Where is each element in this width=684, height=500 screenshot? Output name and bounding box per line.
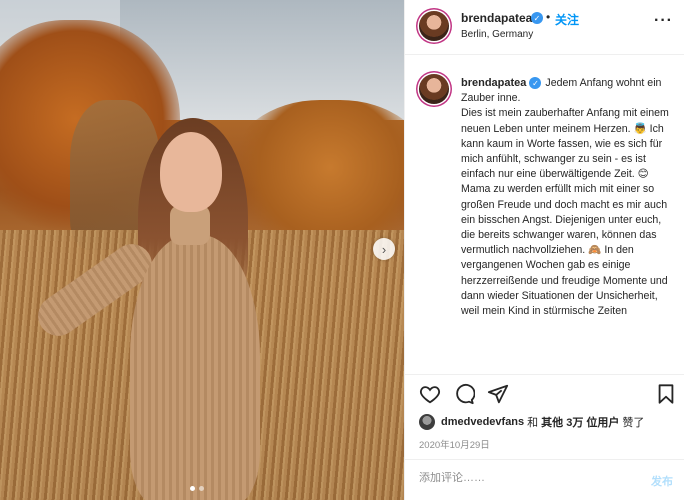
post-header: brendapatea ✓ • 关注 Berlin, Germany ···: [405, 0, 684, 55]
verified-badge-icon: ✓: [531, 12, 543, 24]
caption-body: Jedem Anfang wohnt ein Zauber inne. Dies…: [461, 77, 669, 318]
verified-badge-icon: ✓: [529, 77, 542, 90]
photo-dress: [130, 235, 260, 500]
bookmark-icon[interactable]: [655, 383, 677, 405]
follow-button[interactable]: 关注: [555, 11, 579, 28]
heart-icon[interactable]: [419, 383, 441, 405]
likes-others-link[interactable]: 其他 3万 位用户: [541, 414, 619, 430]
header-username[interactable]: brendapatea: [461, 11, 532, 25]
post-date[interactable]: 2020年10月29日: [419, 437, 490, 451]
carousel-dot-active: [190, 486, 195, 491]
post-sidebar: brendapatea ✓ • 关注 Berlin, Germany ··· b…: [404, 0, 684, 500]
comment-box: 发布: [405, 459, 684, 500]
likes-summary: dmedvedevfans 和 其他 3万 位用户 赞了: [419, 412, 647, 432]
avatar[interactable]: [419, 11, 449, 41]
post-comment-button[interactable]: 发布: [651, 473, 673, 489]
chevron-right-icon: ›: [381, 241, 387, 257]
caption-text: brendapatea ✓ Jedem Anfang wohnt ein Zaube…: [461, 76, 675, 319]
liker-username[interactable]: dmedvedevfans: [441, 416, 524, 428]
comment-icon[interactable]: [453, 383, 475, 405]
comment-input[interactable]: [419, 472, 629, 484]
likes-and: 和: [527, 417, 539, 429]
caption-section: brendapatea ✓ Jedem Anfang wohnt ein Zaube…: [405, 56, 684, 374]
likes-suffix: 赞了: [622, 417, 645, 429]
carousel-indicator: [190, 486, 204, 491]
share-icon[interactable]: [487, 383, 509, 405]
carousel-dot: [199, 486, 204, 491]
photo-subject: [30, 110, 290, 500]
liker-avatar[interactable]: [419, 414, 435, 430]
carousel-next-button[interactable]: ›: [373, 238, 395, 260]
separator: •: [546, 10, 551, 24]
photo-face: [160, 132, 222, 212]
more-options-icon[interactable]: ···: [654, 12, 673, 30]
action-bar: [405, 374, 684, 414]
post-photo[interactable]: ›: [0, 0, 404, 500]
caption-username[interactable]: brendapatea: [461, 77, 526, 89]
caption-avatar[interactable]: [419, 74, 449, 104]
location-link[interactable]: Berlin, Germany: [461, 29, 533, 40]
